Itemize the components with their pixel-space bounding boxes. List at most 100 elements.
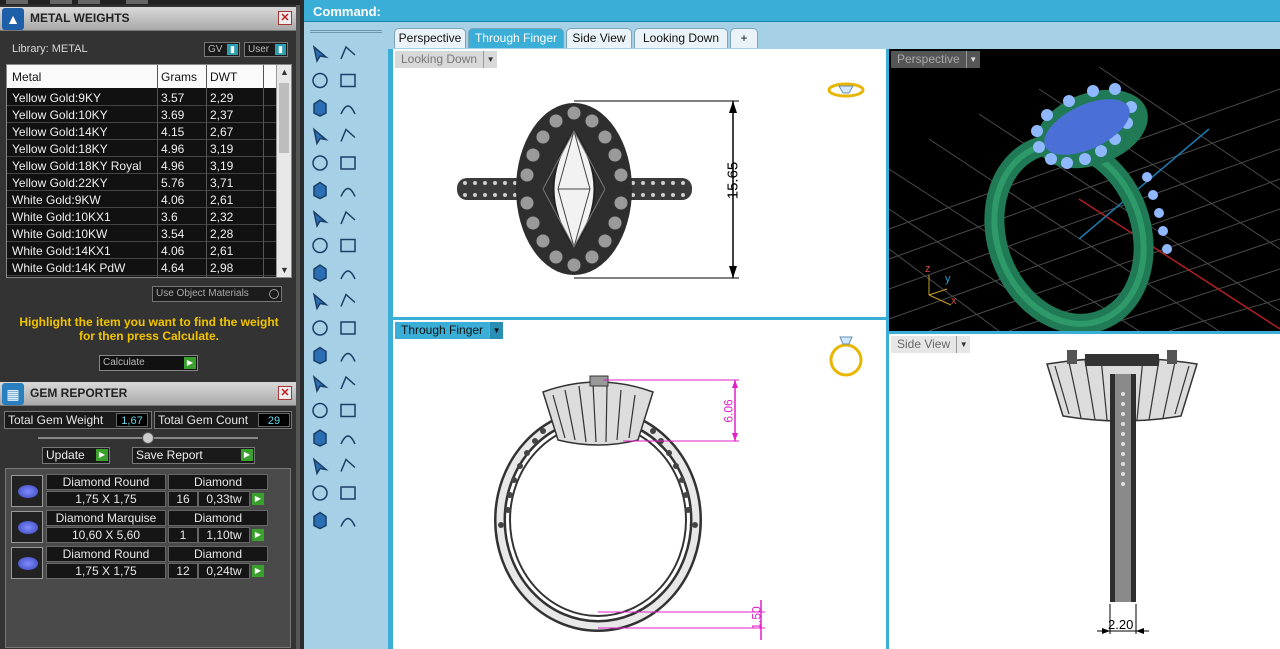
column-header-metal[interactable]: Metal — [12, 70, 41, 84]
add-tab-icon[interactable]: + — [730, 28, 758, 48]
viewport-looking-down[interactable]: Looking Down ▼ 15.65 — [393, 49, 886, 317]
viewport-label-looking-down[interactable]: Looking Down ▼ — [395, 51, 498, 68]
metal-row[interactable]: White Gold:9KW 4.06 2,61 — [7, 191, 277, 208]
metal-row[interactable]: White Gold:14KX1 4.06 2,61 — [7, 242, 277, 259]
gem-count: 12 — [168, 563, 198, 579]
viewport-label-perspective[interactable]: Perspective ▼ — [891, 51, 980, 68]
dim-linear-icon[interactable] — [336, 427, 360, 449]
viewport-perspective[interactable]: Perspective ▼ z y x — [889, 49, 1280, 331]
gem-slider[interactable] — [38, 432, 258, 444]
use-object-materials-option[interactable]: Use Object Materials — [152, 286, 282, 302]
metal-row[interactable]: White Gold:10KW 3.54 2,28 — [7, 225, 277, 242]
plane-icon[interactable] — [336, 235, 360, 257]
mirror-icon[interactable] — [336, 400, 360, 422]
metal-weights-title: METAL WEIGHTS — [30, 11, 130, 25]
viewport-label-side-view[interactable]: Side View ▼ — [891, 336, 971, 353]
dimension-shank-thickness: 1.50 — [749, 606, 764, 630]
paint-icon[interactable] — [336, 510, 360, 532]
dropdown-icon[interactable]: ▼ — [489, 322, 504, 339]
cylinder-icon[interactable] — [308, 235, 332, 257]
text-icon[interactable] — [308, 372, 332, 394]
extrude-surface-icon[interactable] — [336, 180, 360, 202]
rectangle-icon[interactable] — [336, 125, 360, 147]
fillet-curve-icon[interactable] — [336, 152, 360, 174]
scroll-up-icon[interactable]: ▲ — [277, 67, 291, 77]
gem-row[interactable]: Diamond Round Diamond 1,75 X 1,75 12 0,24tw ▶ — [10, 546, 270, 579]
offset-curve-icon[interactable] — [336, 345, 360, 367]
array-grid-icon[interactable] — [308, 455, 332, 477]
scroll-down-icon[interactable]: ▼ — [277, 265, 291, 275]
circle-icon[interactable] — [308, 97, 332, 119]
save-report-button[interactable]: Save Report ▶ — [132, 447, 255, 464]
select-arrow-icon[interactable] — [308, 42, 332, 64]
tab-side-view[interactable]: Side View — [566, 28, 632, 48]
user-toggle[interactable]: User ▮ — [244, 42, 288, 57]
viewport-side-view[interactable]: Side View ▼ 2.20 — [889, 334, 1280, 649]
align-icon[interactable] — [336, 290, 360, 312]
command-bar[interactable]: Command: — [304, 0, 1280, 22]
cut-icon[interactable] — [308, 482, 332, 504]
gem-select-play-icon[interactable]: ▶ — [252, 493, 264, 505]
update-button[interactable]: Update ▶ — [42, 447, 110, 464]
metal-table-scrollbar[interactable]: ▲ ▼ — [276, 65, 291, 277]
gem-select-play-icon[interactable]: ▶ — [252, 565, 264, 577]
tab-looking-down[interactable]: Looking Down — [634, 28, 728, 48]
check-icon[interactable] — [336, 482, 360, 504]
polygon-icon[interactable] — [308, 125, 332, 147]
metal-row[interactable]: Yellow Gold:10KY 3.69 2,37 — [7, 106, 277, 123]
perspective-ring-drawing — [889, 66, 1280, 331]
surface-pt-icon[interactable] — [308, 180, 332, 202]
gem-row[interactable]: Diamond Marquise Diamond 10,60 X 5,60 1 1,10… — [10, 510, 270, 543]
viewport-label-through-finger[interactable]: Through Finger ▼ — [395, 322, 504, 339]
dimension-band-width: 2.20 — [1108, 617, 1134, 632]
command-label: Command: — [313, 4, 381, 19]
gem-array-icon[interactable] — [336, 317, 360, 339]
solid-box-edit-icon[interactable] — [308, 427, 332, 449]
metal-name: Yellow Gold:10KY — [12, 108, 108, 122]
gv-toggle[interactable]: GV ▮ — [204, 42, 240, 57]
transform-icon[interactable] — [308, 290, 332, 312]
metal-row[interactable]: Yellow Gold:22KY 5.76 3,71 — [7, 174, 277, 191]
fire-icon[interactable] — [336, 262, 360, 284]
metal-row[interactable]: Yellow Gold:18KY Royal 4.96 3,19 — [7, 157, 277, 174]
metal-name: Yellow Gold:18KY — [12, 142, 108, 156]
gem-cluster-icon[interactable] — [308, 317, 332, 339]
dropdown-icon[interactable]: ▼ — [483, 51, 497, 68]
close-icon[interactable]: ✕ — [278, 386, 292, 400]
arc-icon[interactable] — [308, 152, 332, 174]
point-icon[interactable] — [336, 42, 360, 64]
group-icon[interactable] — [308, 400, 332, 422]
tab-perspective[interactable]: Perspective — [394, 28, 466, 48]
sphere-solid-icon[interactable] — [336, 207, 360, 229]
curve-point-icon[interactable] — [336, 70, 360, 92]
viewport-label-text: Looking Down — [401, 52, 478, 66]
metal-row[interactable]: White Gold:14K PdW 4.64 2,98 — [7, 259, 277, 276]
calculate-button[interactable]: Calculate ▶ — [99, 355, 198, 371]
metal-row[interactable]: Yellow Gold:9KY 3.57 2,29 — [7, 89, 277, 106]
box-solid-icon[interactable] — [308, 207, 332, 229]
gem-select-play-icon[interactable]: ▶ — [252, 529, 264, 541]
metal-table[interactable]: Metal Grams DWT Yellow Gold:9KY 3.57 2,29 Y… — [6, 64, 292, 278]
ellipse-icon[interactable] — [336, 97, 360, 119]
slider-knob[interactable] — [142, 432, 154, 444]
metal-row[interactable]: Yellow Gold:14KY 4.15 2,67 — [7, 123, 277, 140]
column-header-grams[interactable]: Grams — [161, 70, 197, 84]
metal-row[interactable]: White Gold:10KX1 3.6 2,32 — [7, 208, 277, 225]
material-icon[interactable] — [308, 510, 332, 532]
tab-through-finger[interactable]: Through Finger — [468, 28, 564, 48]
polyline-icon[interactable] — [308, 70, 332, 92]
curve-pipe-icon[interactable] — [308, 345, 332, 367]
metal-row[interactable]: Yellow Gold:18KY 4.96 3,19 — [7, 140, 277, 157]
viewport-through-finger[interactable]: Through Finger ▼ 6.06 1.50 — [393, 320, 886, 649]
close-icon[interactable]: ✕ — [278, 11, 292, 25]
render-icon[interactable] — [336, 455, 360, 477]
column-header-dwt[interactable]: DWT — [210, 70, 237, 84]
dropdown-icon[interactable]: ▼ — [965, 51, 980, 68]
radio-icon[interactable] — [269, 289, 279, 299]
metal-dwt: 2,29 — [210, 91, 234, 105]
boolean-explode-icon[interactable] — [308, 262, 332, 284]
dropdown-icon[interactable]: ▼ — [956, 336, 970, 353]
gem-row[interactable]: Diamond Round Diamond 1,75 X 1,75 16 0,33tw ▶ — [10, 474, 270, 507]
scroll-thumb[interactable] — [279, 83, 289, 153]
scale-icon[interactable] — [336, 372, 360, 394]
